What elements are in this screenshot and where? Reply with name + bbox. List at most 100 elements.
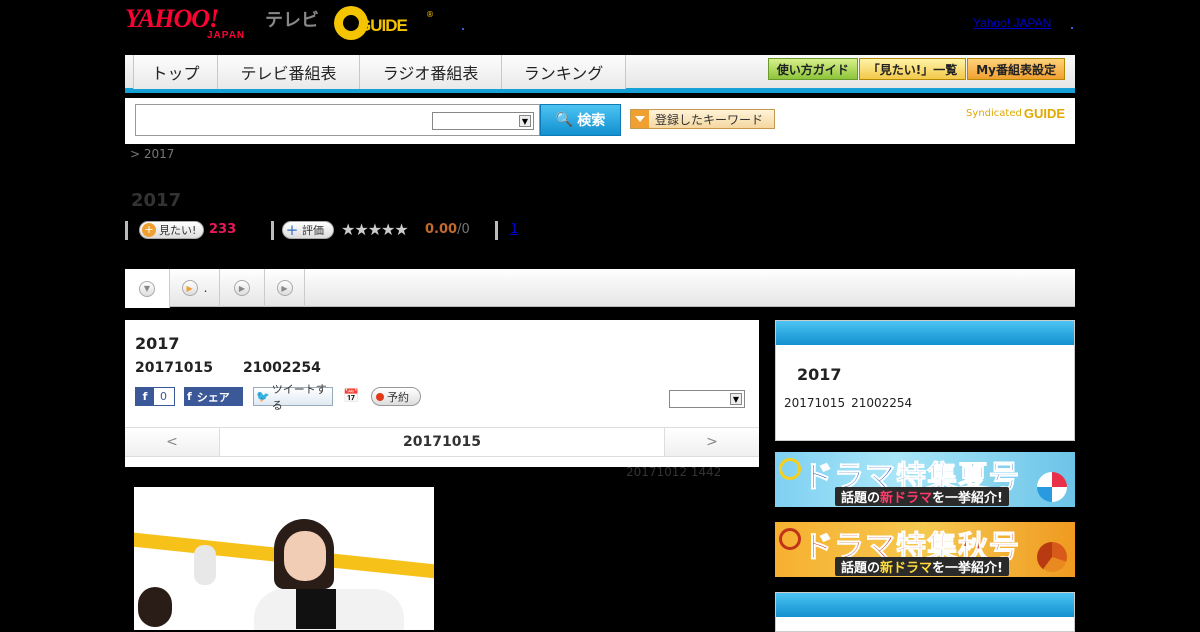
gguide-logo-text: GUIDE: [358, 16, 408, 35]
program-option-select[interactable]: ▼: [669, 390, 745, 408]
play-icon: ▶: [181, 280, 198, 296]
program-date: 20171015: [135, 360, 213, 376]
chevron-down-icon: ▼: [730, 393, 742, 405]
facebook-count: 0: [160, 390, 167, 403]
score-denominator: /0: [457, 222, 470, 237]
program-time: 21002254: [242, 360, 321, 376]
banner-sub-a: 話題の: [841, 561, 881, 576]
leaf-icon: [1037, 542, 1067, 572]
sidebar-card-header: [776, 321, 1074, 345]
reserve-button[interactable]: 予約: [371, 387, 421, 406]
want-label: 見たい!: [159, 224, 197, 237]
sidebar-program-time: 21002254: [851, 396, 913, 410]
sidebar-program-datetime: 20171015 21002254: [784, 396, 912, 410]
photo-person: [254, 519, 404, 630]
sidebar-card-header: [776, 593, 1074, 617]
registered-keyword-button[interactable]: 登録したキーワード: [630, 109, 775, 129]
content-tab-bar: ▼ ▶ . ▶ ▶: [125, 269, 1075, 308]
facebook-like-button[interactable]: f 0: [135, 387, 175, 406]
program-card: 2017 20171015 21002254 f 0 f シェア 🐦 ツイートする…: [125, 320, 759, 467]
stats-divider: [271, 221, 274, 240]
guide-button[interactable]: 使い方ガイド: [767, 58, 858, 80]
play-icon: ▶: [234, 280, 250, 296]
facebook-share-button[interactable]: f シェア: [184, 387, 243, 406]
sidebar-program-title: 2017: [797, 365, 842, 384]
program-datetime: 20171015 21002254: [135, 360, 321, 376]
facebook-icon: f: [136, 388, 154, 405]
prev-date-button[interactable]: <: [125, 428, 220, 456]
nav-tab-tv-listings[interactable]: テレビ番組表: [217, 55, 359, 89]
current-date: 20171015: [403, 434, 481, 450]
chevron-down-icon: ▼: [139, 280, 155, 297]
registered-mark: ®: [426, 10, 434, 19]
banner-sub-highlight: 新ドラマ: [880, 561, 933, 576]
gguide-logo[interactable]: GUIDE ®: [334, 6, 434, 40]
want-count: 233: [209, 222, 237, 237]
dropdown-triangle-icon: [631, 110, 649, 128]
want-list-button[interactable]: 「見たい!」一覧: [858, 58, 967, 80]
yahoo-logo-sub: JAPAN: [207, 30, 246, 41]
score-value: 0.00: [425, 222, 458, 237]
banner-subtitle: 話題の新ドラマを一挙紹介!: [835, 557, 1009, 576]
drama-summer-banner[interactable]: ドラマ特集夏号 話題の新ドラマを一挙紹介!: [775, 452, 1075, 507]
program-photo: [134, 487, 434, 630]
sidebar-program-card: 2017 20171015 21002254: [775, 320, 1075, 441]
plus-icon: +: [142, 223, 156, 237]
registered-keyword-label: 登録したキーワード: [655, 112, 764, 127]
page-title: 2017: [131, 190, 182, 211]
search-button-label: 検索: [577, 113, 606, 129]
search-button[interactable]: 🔍 検索: [540, 104, 621, 136]
nav-tab-top[interactable]: トップ: [133, 55, 217, 89]
social-buttons: f 0 f シェア 🐦 ツイートする 📅 予約: [135, 383, 535, 412]
drama-autumn-banner[interactable]: ドラマ特集秋号 話題の新ドラマを一挙紹介!: [775, 522, 1075, 577]
sun-icon: [779, 458, 801, 480]
program-meta: 20171012 1442: [626, 465, 722, 479]
next-date-button[interactable]: >: [664, 428, 759, 456]
syndicated-label: Syndicated: [966, 108, 1022, 119]
tab-third[interactable]: ▶: [220, 269, 265, 307]
program-stats: + 見たい! 233 + 評価 ★★★★★ 0.00/0 1: [125, 220, 725, 242]
rate-label: 評価: [302, 224, 324, 237]
banner-sub-a: 話題の: [841, 491, 881, 506]
tab-detail[interactable]: ▼: [125, 269, 170, 308]
yahoo-logo-text: YAHOO!: [125, 4, 219, 33]
date-pager: < 20171015 >: [125, 427, 759, 457]
banner-sub-b: を一挙紹介!: [932, 491, 1003, 506]
maple-leaf-icon: [779, 528, 801, 550]
rating-stars: ★★★★★: [341, 220, 409, 239]
tab-fourth[interactable]: ▶: [265, 269, 305, 307]
chevron-down-icon: ▼: [519, 115, 531, 127]
tv-logo-label[interactable]: テレビ: [265, 6, 319, 32]
nav-tab-radio-listings[interactable]: ラジオ番組表: [359, 55, 501, 89]
photo-child: [138, 587, 172, 627]
breadcrumb[interactable]: > 2017: [130, 147, 174, 161]
my-listing-settings-button[interactable]: My番組表設定: [967, 58, 1065, 80]
tab-label: .: [203, 281, 208, 295]
review-count-link[interactable]: 1: [510, 222, 518, 237]
nav-tab-ranking[interactable]: ランキング: [501, 55, 626, 89]
tweet-button[interactable]: 🐦 ツイートする: [253, 383, 333, 412]
search-category-select[interactable]: ▼: [432, 112, 534, 130]
sidebar-program-date: 20171015: [784, 396, 846, 410]
syndicated-logo-text: GUIDE: [1023, 106, 1065, 121]
twitter-bird-icon: 🐦: [256, 390, 270, 403]
syndicated-gguide-logo: Syndicated GUIDE: [966, 106, 1065, 121]
facebook-share-label: シェア: [196, 390, 230, 404]
facebook-icon: f: [187, 390, 192, 403]
photo-face: [284, 531, 326, 581]
search-bar: ▼ 🔍 検索 登録したキーワード Syndicated GUIDE: [125, 98, 1075, 144]
banner-sub-highlight: 新ドラマ: [880, 491, 933, 506]
tweet-label: ツイートする: [271, 382, 327, 412]
tab-second[interactable]: ▶ .: [170, 269, 220, 307]
want-button[interactable]: + 見たい!: [139, 221, 204, 239]
program-title: 2017: [135, 334, 180, 353]
yahoo-japan-logo[interactable]: YAHOO! JAPAN: [125, 4, 265, 42]
rating-score: 0.00/0: [425, 222, 470, 237]
beach-ball-icon: [1037, 472, 1067, 502]
play-icon: ▶: [276, 280, 293, 296]
rate-button[interactable]: + 評価: [282, 221, 334, 239]
record-dot-icon: [376, 392, 384, 401]
calendar-add-icon[interactable]: 📅: [343, 387, 359, 406]
banner-subtitle: 話題の新ドラマを一挙紹介!: [835, 487, 1009, 506]
yahoo-japan-link[interactable]: Yahoo! JAPAN: [973, 16, 1051, 30]
